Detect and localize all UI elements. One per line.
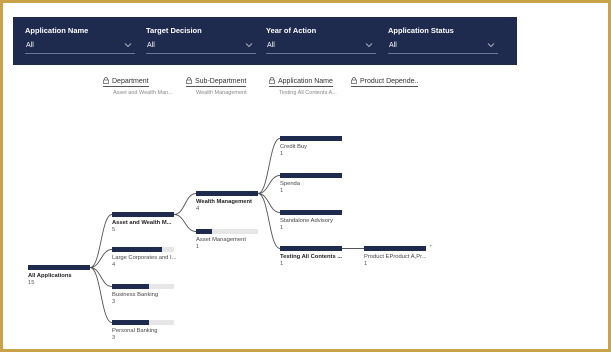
connector-line bbox=[89, 214, 113, 268]
node-label: Testing All Contents ... bbox=[280, 254, 343, 260]
connector-line bbox=[173, 193, 197, 215]
node-value: 1 bbox=[364, 261, 368, 267]
node-label: Business Banking bbox=[112, 292, 159, 298]
node-label: All Applications bbox=[28, 273, 72, 279]
node-label: Credit Buy bbox=[280, 144, 308, 150]
connector-line bbox=[257, 193, 281, 249]
node-label: Asset Management bbox=[196, 237, 246, 243]
node-label: Product EProduct A,Pr... bbox=[364, 254, 427, 260]
connector-line bbox=[89, 267, 113, 323]
node-label: Wealth Management bbox=[196, 199, 252, 205]
connector-line bbox=[173, 214, 197, 232]
node-value: 1 bbox=[280, 151, 284, 157]
expand-icon[interactable]: + bbox=[429, 244, 433, 250]
node-value: 4 bbox=[112, 262, 116, 268]
node-label: Asset and Wealth M... bbox=[112, 220, 172, 226]
node-value: 1 bbox=[280, 188, 284, 194]
node-value: 1 bbox=[196, 244, 200, 250]
connector-line bbox=[257, 175, 281, 194]
node-label: Personal Banking bbox=[112, 328, 158, 334]
report-canvas: Application Name All Target Decision All… bbox=[0, 0, 611, 352]
connector-line bbox=[257, 193, 281, 213]
node-value: 15 bbox=[28, 280, 35, 286]
node-value: 4 bbox=[196, 206, 200, 212]
node-label: Spenda bbox=[280, 181, 300, 187]
node-value: 1 bbox=[280, 225, 284, 231]
node-value: 3 bbox=[112, 299, 116, 305]
node-label: Standalone Advisory bbox=[280, 218, 333, 224]
connector-line bbox=[89, 267, 113, 287]
node-value: 5 bbox=[112, 227, 116, 233]
connector-line bbox=[89, 249, 113, 268]
node-value: 1 bbox=[280, 261, 284, 267]
node-value: 3 bbox=[112, 335, 116, 341]
node-label: Large Corporates and I... bbox=[112, 255, 177, 261]
